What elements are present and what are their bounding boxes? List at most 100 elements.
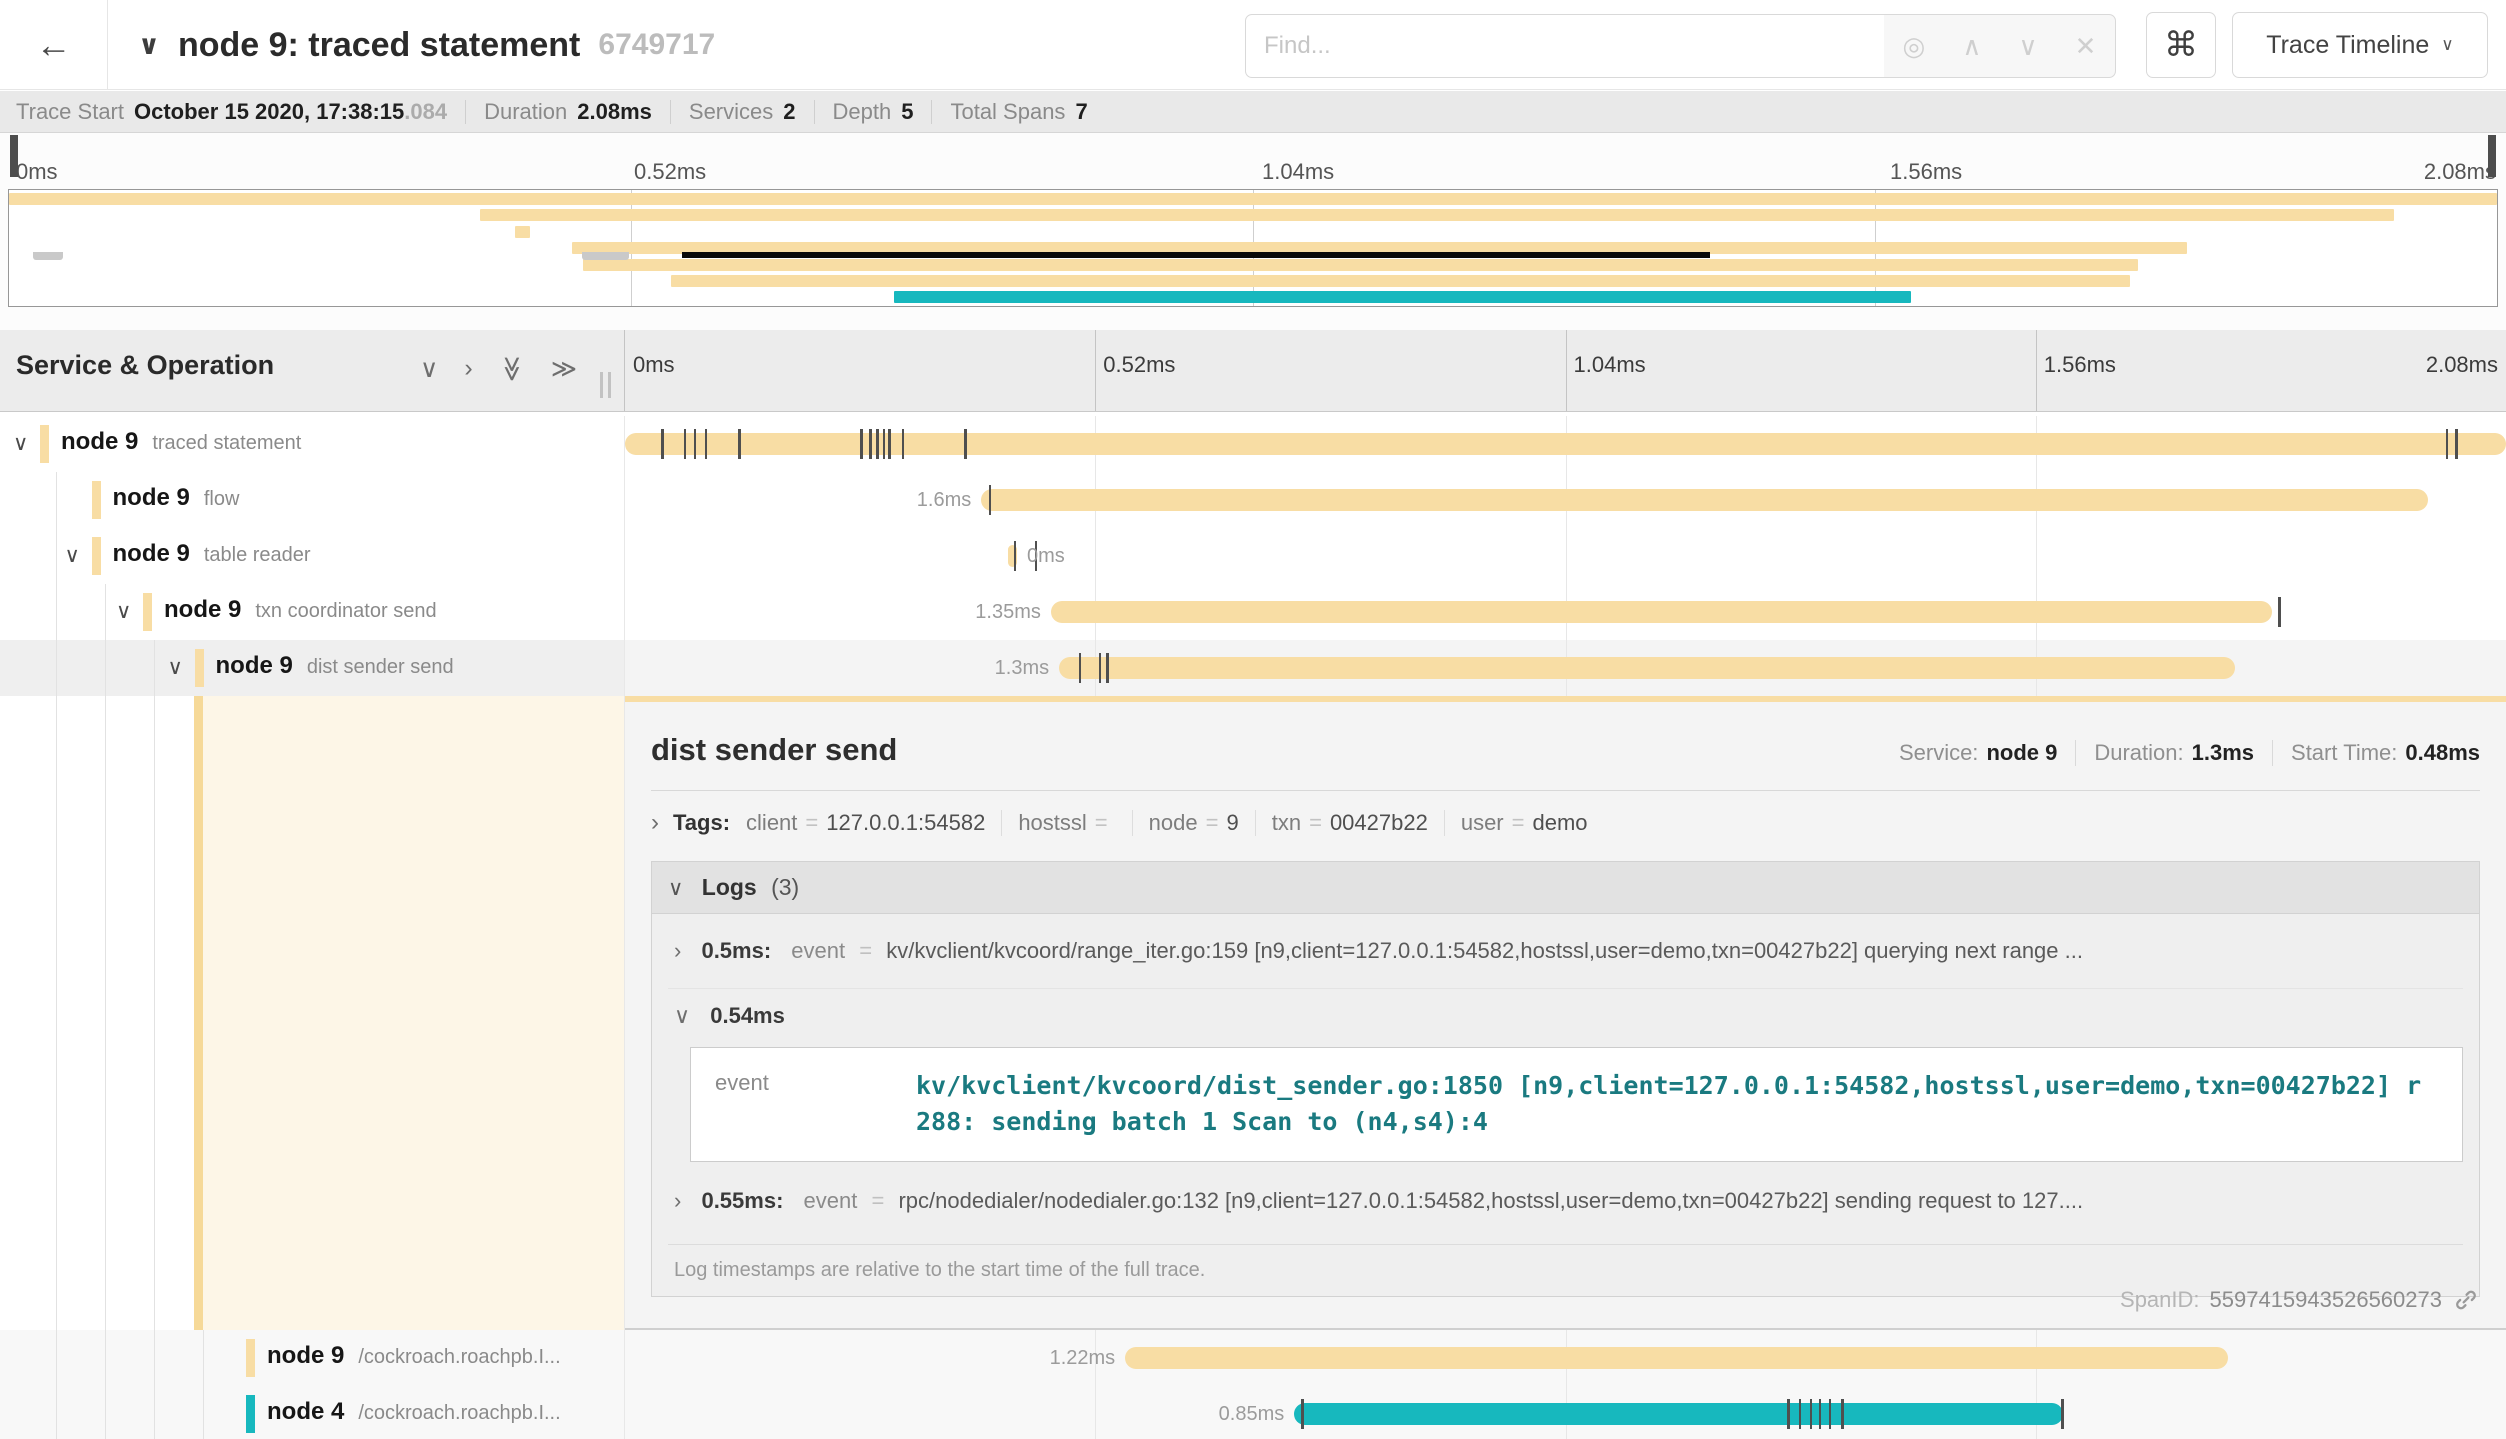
trace-title: node 9: traced statement (178, 26, 580, 65)
detail-left-strip (0, 696, 625, 1330)
span-row[interactable]: ∨node 9table reader0ms (0, 528, 2506, 584)
span-row[interactable]: node 9flow 1.6ms (0, 472, 2506, 528)
span-rows: ∨node 9traced statementnode 9flow1.6ms∨n… (0, 412, 2506, 1439)
span-log-tick (1819, 1399, 1822, 1429)
back-button[interactable]: ← (0, 0, 108, 90)
tree-guide-line (154, 640, 155, 696)
span-tag[interactable]: txn=00427b22 (1272, 810, 1445, 836)
span-duration-bar[interactable] (625, 433, 2506, 455)
keyboard-shortcuts-button[interactable]: ⌘ (2146, 12, 2216, 78)
timeline-ruler: Service & Operation ∨›≫≫ 0ms0.52ms1.04ms… (0, 330, 2506, 412)
stat-separator (465, 100, 466, 124)
tag-key: hostssl (1018, 810, 1086, 836)
span-row-track[interactable] (625, 416, 2506, 472)
service-color-stripe (92, 537, 101, 575)
span-duration-label: 1.3ms (995, 657, 1049, 680)
tree-guide-line (154, 1330, 155, 1386)
span-row-label: node 9flow (113, 484, 240, 512)
minimap-scrubber-handle[interactable] (33, 252, 63, 260)
span-row[interactable]: ∨node 9txn coordinator send1.35ms (0, 584, 2506, 640)
span-tag[interactable]: client=127.0.0.1:54582 (746, 810, 1002, 836)
span-id-label: SpanID: (2120, 1287, 2200, 1313)
collapse-one-icon[interactable]: ∨ (420, 354, 438, 384)
chevron-down-icon: ∨ (2441, 35, 2453, 55)
selected-subtree-highlight (203, 696, 624, 1330)
log-entry-2-header[interactable]: ∨ 0.54ms (668, 989, 2463, 1041)
span-row-track[interactable]: 0.85ms (625, 1386, 2506, 1439)
span-row-track[interactable]: 1.6ms (625, 472, 2506, 528)
chevron-down-icon[interactable]: ∨ (138, 30, 160, 61)
tree-guide-line (56, 1330, 57, 1386)
collapse-all-icon[interactable]: ≫ (497, 356, 527, 382)
log-value: rpc/nodedialer/nodedialer.go:132 [n9,cli… (898, 1188, 2083, 1213)
column-resize-grip[interactable] (600, 372, 611, 398)
span-tag[interactable]: hostssl= (1018, 810, 1132, 836)
span-row-name-cell: ∨ node 9dist sender send (0, 640, 625, 696)
timeline-ruler-ticks: 0ms0.52ms1.04ms1.56ms2.08ms (625, 330, 2506, 411)
trace-view-dropdown[interactable]: Trace Timeline ∨ (2232, 12, 2488, 78)
minimap-left-scrubber[interactable] (10, 135, 18, 177)
expand-all-icon[interactable]: ≫ (551, 354, 577, 384)
span-duration-bar[interactable] (1294, 1403, 2063, 1425)
span-expander-icon[interactable]: ∨ (116, 599, 131, 624)
span-row-track[interactable]: 1.22ms (625, 1330, 2506, 1386)
clear-search-icon[interactable]: ✕ (2075, 31, 2097, 62)
span-duration-label: 0.85ms (1219, 1403, 1285, 1426)
chevron-right-icon: › (674, 938, 681, 963)
span-log-tick (1829, 1399, 1832, 1429)
span-tag[interactable]: node=9 (1149, 810, 1256, 836)
log-entry-3[interactable]: › 0.55ms: event = rpc/nodedialer/nodedia… (668, 1182, 2463, 1238)
minimap-right-scrubber[interactable] (2488, 135, 2496, 177)
log-time: 0.5ms: (701, 938, 771, 963)
tree-guide-line (105, 1386, 106, 1439)
span-row-track[interactable]: 0ms (625, 528, 2506, 584)
prev-result-icon[interactable]: ∧ (1962, 31, 1981, 62)
logs-header[interactable]: ∨ Logs (3) (652, 862, 2479, 914)
locate-icon[interactable]: ◎ (1903, 31, 1926, 62)
tag-equals: = (1512, 810, 1525, 836)
span-row-name-cell: ∨node 9traced statement (0, 416, 625, 472)
span-expander-icon[interactable]: ∨ (65, 543, 80, 568)
next-result-icon[interactable]: ∨ (2018, 31, 2037, 62)
service-color-stripe (40, 425, 49, 463)
expand-one-icon[interactable]: › (464, 354, 472, 384)
timeline-gridline (1566, 528, 1567, 584)
span-log-tick (860, 429, 863, 459)
span-log-tick (1841, 1399, 1844, 1429)
minimap-scrubber-handle[interactable] (582, 252, 630, 260)
span-duration-bar[interactable] (1059, 657, 2235, 679)
span-expander-icon[interactable]: ∨ (13, 431, 28, 456)
span-tag[interactable]: user=demo (1461, 810, 1604, 836)
stat-value-muted: .084 (404, 99, 447, 125)
link-icon[interactable] (2452, 1286, 2480, 1314)
find-input[interactable] (1245, 14, 1885, 78)
duration-value: 1.3ms (2192, 740, 2254, 766)
span-row-track[interactable]: 1.3ms (625, 640, 2506, 696)
trace-id: 6749717 (598, 28, 715, 62)
tags-row[interactable]: › Tags: client=127.0.0.1:54582hostssl=no… (651, 809, 2480, 837)
chevron-right-icon: › (674, 1188, 681, 1213)
minimap-canvas[interactable] (8, 189, 2498, 307)
span-row[interactable]: node 4/cockroach.roachpb.I...0.85ms (0, 1386, 2506, 1439)
service-name: node 9 (113, 540, 190, 567)
span-duration-bar[interactable] (981, 489, 2428, 511)
timeline-gridline (1095, 528, 1096, 584)
span-row[interactable]: ∨ node 9dist sender send 1.3ms (0, 640, 2506, 696)
span-duration-bar[interactable] (1125, 1347, 2228, 1369)
ruler-tick-label: 1.04ms (1574, 352, 1646, 378)
span-log-tick (1810, 1399, 1813, 1429)
ruler-tick-label: 0.52ms (1103, 352, 1175, 378)
stat-label: Total Spans (950, 99, 1065, 125)
span-row-label: node 9dist sender send (216, 652, 454, 680)
span-expander-icon[interactable]: ∨ (168, 655, 183, 680)
minimap-tick-label: 1.56ms (1890, 159, 1962, 185)
span-row[interactable]: ∨node 9traced statement (0, 416, 2506, 472)
span-log-tick (1079, 653, 1082, 683)
span-row-track[interactable]: 1.35ms (625, 584, 2506, 640)
stat-value: 7 (1075, 99, 1087, 125)
span-row[interactable]: node 9/cockroach.roachpb.I...1.22ms (0, 1330, 2506, 1386)
span-duration-bar[interactable] (1051, 601, 2272, 623)
trace-stat: Depth5 (833, 99, 914, 125)
log-entry-1[interactable]: › 0.5ms: event = kv/kvclient/kvcoord/ran… (668, 914, 2463, 989)
command-icon: ⌘ (2164, 25, 2198, 65)
